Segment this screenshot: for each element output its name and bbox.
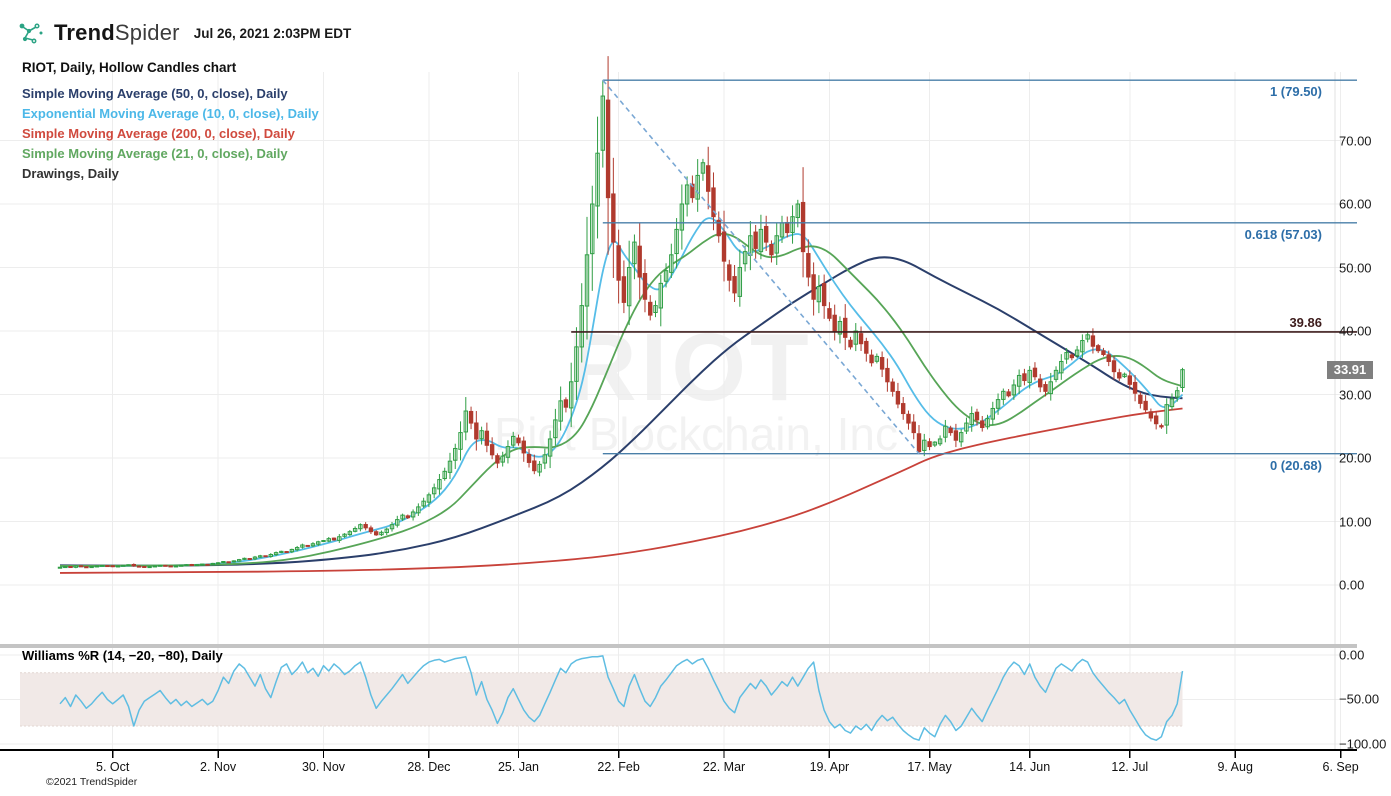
x-axis-label: 2. Nov [200, 760, 237, 774]
williams-r-legend[interactable]: Williams %R (14, −20, −80), Daily [22, 648, 223, 663]
price-axis-tick: 20.00 [1339, 450, 1372, 466]
x-axis-label: 28. Dec [407, 760, 451, 774]
logo-text-light[interactable]: Spider [115, 20, 180, 46]
price-alert-label[interactable]: 39.86 [1289, 315, 1322, 330]
price-axis-tick: 40.00 [1339, 323, 1372, 339]
chart-timestamp: Jul 26, 2021 2:03PM EDT [193, 25, 352, 41]
price-axis-tick: 50.00 [1339, 260, 1372, 275]
overlay-line-sma50 [59, 256, 1183, 567]
legend-item-2[interactable]: Exponential Moving Average (10, 0, close… [22, 106, 319, 121]
williams-axis-tick: 0.00 [1339, 647, 1365, 663]
x-axis-label: 6. Sep [1322, 760, 1359, 774]
copyright-footer: ©2021 TrendSpider [46, 776, 138, 788]
header: Trend Spider Jul 26, 2021 2:03PM EDT [16, 18, 351, 48]
x-axis-label: 17. May [907, 760, 952, 774]
legend-item-1[interactable]: Simple Moving Average (50, 0, close), Da… [22, 86, 288, 101]
trendspider-logo-icon[interactable] [16, 18, 46, 48]
last-price-badge: 33.91 [1327, 360, 1373, 379]
trendspider-chart-app: RIOT Riot Blockchain, Inc Trend Spider Ju… [0, 0, 1391, 796]
x-axis-label: 5. Oct [96, 760, 130, 774]
fib-level-label[interactable]: 1 (79.50) [1270, 84, 1322, 99]
chart-title[interactable]: RIOT, Daily, Hollow Candles chart [22, 60, 236, 75]
legend-item-5[interactable]: Drawings, Daily [22, 166, 119, 181]
price-axis-tick: 30.00 [1339, 387, 1372, 402]
fib-level-label[interactable]: 0.618 (57.03) [1245, 227, 1322, 242]
price-axis-tick: 0.00 [1339, 577, 1365, 593]
x-axis-label: 12. Jul [1111, 760, 1149, 774]
williams-axis-tick: −50.00 [1339, 691, 1380, 707]
x-axis-label: 14. Jun [1009, 760, 1051, 774]
x-axis-label: 22. Mar [702, 760, 746, 774]
overlay-line-sma200 [59, 407, 1183, 574]
legend-item-3[interactable]: Simple Moving Average (200, 0, close), D… [22, 126, 295, 141]
x-axis-label: 22. Feb [597, 760, 640, 774]
legend-item-4[interactable]: Simple Moving Average (21, 0, close), Da… [22, 146, 288, 161]
price-axis-tick: 60.00 [1339, 196, 1372, 212]
x-axis-label: 19. Apr [809, 760, 850, 774]
logo-text-bold[interactable]: Trend [54, 20, 115, 46]
fib-level-label[interactable]: 0 (20.68) [1270, 458, 1322, 473]
price-axis-tick: 70.00 [1339, 133, 1372, 148]
x-axis-label: 30. Nov [301, 760, 346, 774]
x-axis-label: 9. Aug [1217, 760, 1253, 774]
price-axis-tick: 10.00 [1339, 514, 1372, 529]
x-axis-label: 25. Jan [497, 760, 539, 774]
williams-axis-tick: −100.00 [1339, 736, 1387, 752]
